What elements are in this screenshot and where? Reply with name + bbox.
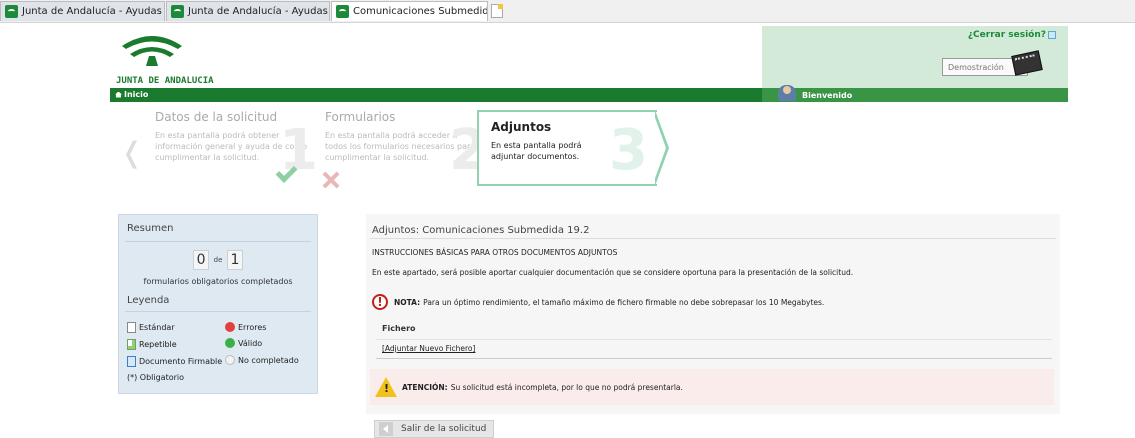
demo-label: Demostración (948, 62, 1004, 72)
legend-standard: Estándar (127, 322, 175, 333)
browser-tab-active[interactable]: Comunicaciones Submedid... × (331, 1, 488, 21)
summary-title: Resumen (127, 223, 174, 234)
legend-mandatory: (*) Obligatorio (127, 373, 184, 382)
home-icon (115, 91, 122, 98)
legend-label: Errores (238, 322, 267, 332)
standard-doc-icon (127, 322, 136, 333)
legend-label: Documento Firmable (139, 357, 223, 366)
forms-counter: 0 de 1 (119, 250, 317, 270)
completed-count: 0 (193, 250, 210, 270)
legend-repeatable: Repetible (127, 339, 177, 350)
attach-new-file-link[interactable]: [Adjuntar Nuevo Fichero] (382, 344, 475, 353)
note-message: ! NOTA: Para un óptimo rendimiento, el t… (372, 294, 824, 310)
valid-dot-icon (225, 338, 235, 348)
demo-button[interactable]: Demostración (942, 50, 1043, 76)
welcome-label: Bienvenido (802, 90, 853, 100)
tab-label: Junta de Andalucía - Ayudas e... (188, 6, 329, 17)
nav-bar: Inicio Bienvenido (110, 85, 1068, 102)
junta-favicon-icon (171, 5, 184, 18)
description-text: En este apartado, será posible aportar c… (372, 268, 854, 277)
attention-message: ATENCIÓN: Su solicitud está incompleta, … (370, 369, 1054, 405)
film-clapper-icon (1011, 50, 1043, 76)
attachments-panel: Adjuntos: Comunicaciones Submedida 19.2 … (366, 214, 1060, 414)
logout-link[interactable]: ¿Cerrar sesión? (968, 30, 1056, 40)
repeatable-doc-icon (127, 339, 136, 350)
note-label: NOTA: (394, 297, 421, 307)
browser-tab-bar: Junta de Andalucía - Ayudas e... Junta d… (0, 0, 1135, 23)
not-completed-dot-icon (225, 355, 235, 365)
counter-of: de (213, 256, 223, 264)
exit-label: Salir de la solicitud (401, 424, 487, 434)
signable-doc-icon (127, 356, 136, 367)
counter-subtitle: formularios obligatorios completados (143, 277, 293, 286)
step-formularios[interactable]: 2 Formularios En esta pantalla podrá acc… (325, 110, 488, 188)
summary-panel: Resumen 0 de 1 formularios obligatorios … (118, 214, 318, 394)
steps-wizard: ❬ 1 Datos de la solicitud En esta pantal… (120, 110, 680, 190)
legend-label: Estándar (139, 323, 175, 332)
total-count: 1 (226, 250, 243, 270)
instructions-heading: INSTRUCCIONES BÁSICAS PARA OTROS DOCUMEN… (372, 248, 618, 257)
previous-step-arrow-icon: ❬ (120, 136, 144, 169)
browser-tab-1[interactable]: Junta de Andalucía - Ayudas e... (0, 1, 165, 21)
divider (370, 238, 1056, 239)
divider (125, 241, 311, 242)
home-label: Inicio (124, 90, 149, 99)
attention-text: Su solicitud está incompleta, por lo que… (450, 382, 683, 392)
tab-label: Junta de Andalucía - Ayudas e... (22, 6, 165, 17)
welcome-bar: Bienvenido (762, 85, 1068, 102)
warning-triangle-icon (375, 377, 397, 397)
junta-favicon-icon (336, 5, 349, 18)
x-error-icon (320, 170, 342, 192)
alert-circle-icon: ! (372, 294, 388, 310)
junta-logo-icon[interactable] (118, 32, 186, 66)
home-link[interactable]: Inicio (115, 90, 148, 99)
divider (125, 311, 311, 312)
logout-label: ¿Cerrar sesión? (967, 30, 1046, 40)
logo-text: JUNTA DE ANDALUCIA (116, 76, 214, 86)
new-tab-button[interactable] (491, 4, 503, 18)
legend-not-completed: No completado (225, 355, 299, 365)
legend-signable: Documento Firmable (127, 356, 222, 367)
step-number: 3 (609, 118, 648, 183)
legend-errors: Errores (225, 322, 266, 332)
exit-application-button[interactable]: Salir de la solicitud (374, 420, 494, 438)
legend-label: Válido (238, 338, 263, 348)
legend-label: (*) Obligatorio (127, 373, 185, 382)
attention-label: ATENCIÓN: (402, 382, 448, 392)
header-user-area: ¿Cerrar sesión? Demostración (762, 26, 1068, 88)
file-table-header: Fichero (376, 320, 1052, 340)
logout-icon (1048, 31, 1056, 39)
file-table-row: [Adjuntar Nuevo Fichero] (376, 341, 1052, 359)
legend-valid: Válido (225, 338, 262, 348)
note-text: Para un óptimo rendimiento, el tamaño má… (423, 297, 825, 307)
junta-favicon-icon (5, 5, 18, 18)
step-datos-solicitud[interactable]: 1 Datos de la solicitud En esta pantalla… (155, 110, 318, 188)
browser-tab-2[interactable]: Junta de Andalucía - Ayudas e... (166, 1, 330, 21)
step-arrow-tip (653, 110, 669, 186)
legend-label: No completado (238, 355, 299, 365)
arrow-left-icon (379, 422, 393, 436)
step-text: En esta pantalla podrá adjuntar document… (491, 141, 582, 161)
error-dot-icon (225, 322, 235, 332)
legend-title: Leyenda (127, 295, 170, 306)
user-avatar-icon (778, 85, 796, 101)
panel-title: Adjuntos: Comunicaciones Submedida 19.2 (372, 225, 590, 236)
step-adjuntos-active[interactable]: 3 Adjuntos En esta pantalla podrá adjunt… (477, 110, 657, 186)
legend-label: Repetible (139, 340, 177, 349)
tab-label: Comunicaciones Submedid... (353, 6, 488, 17)
